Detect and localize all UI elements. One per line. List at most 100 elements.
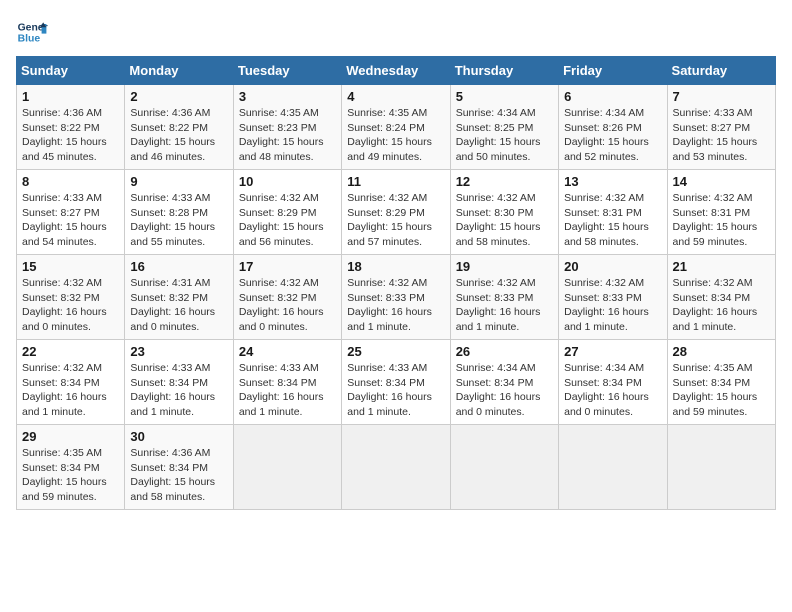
- day-info: Sunrise: 4:31 AM Sunset: 8:32 PM Dayligh…: [130, 276, 227, 335]
- day-cell: 3 Sunrise: 4:35 AM Sunset: 8:23 PM Daylig…: [233, 85, 341, 170]
- day-info: Sunrise: 4:32 AM Sunset: 8:33 PM Dayligh…: [456, 276, 553, 335]
- day-cell: 23 Sunrise: 4:33 AM Sunset: 8:34 PM Dayli…: [125, 340, 233, 425]
- day-cell: 18Sunrise: 4:32 AM Sunset: 8:33 PM Dayli…: [342, 255, 450, 340]
- day-number: 27: [564, 344, 661, 359]
- day-number: 21: [673, 259, 770, 274]
- day-number: 29: [22, 429, 119, 444]
- day-number: 1: [22, 89, 119, 104]
- day-number: 25: [347, 344, 444, 359]
- day-cell: 11 Sunrise: 4:32 AM Sunset: 8:29 PM Dayli…: [342, 170, 450, 255]
- weekday-header-tuesday: Tuesday: [233, 57, 341, 85]
- day-info: Sunrise: 4:32 AM Sunset: 8:29 PM Dayligh…: [347, 191, 444, 250]
- weekday-header-friday: Friday: [559, 57, 667, 85]
- weekday-header-row: SundayMondayTuesdayWednesdayThursdayFrid…: [17, 57, 776, 85]
- day-cell: 24 Sunrise: 4:33 AM Sunset: 8:34 PM Dayli…: [233, 340, 341, 425]
- day-cell: 7 Sunrise: 4:33 AM Sunset: 8:27 PM Daylig…: [667, 85, 775, 170]
- day-cell: 14Sunrise: 4:32 AM Sunset: 8:31 PM Dayli…: [667, 170, 775, 255]
- day-cell: 25 Sunrise: 4:33 AM Sunset: 8:34 PM Dayli…: [342, 340, 450, 425]
- logo-icon: General Blue: [16, 16, 48, 48]
- week-row-2: 8 Sunrise: 4:33 AM Sunset: 8:27 PM Daylig…: [17, 170, 776, 255]
- day-number: 10: [239, 174, 336, 189]
- day-info: Sunrise: 4:36 AM Sunset: 8:22 PM Dayligh…: [22, 106, 119, 165]
- header: General Blue: [16, 16, 776, 48]
- day-number: 8: [22, 174, 119, 189]
- weekday-header-thursday: Thursday: [450, 57, 558, 85]
- day-info: Sunrise: 4:35 AM Sunset: 8:34 PM Dayligh…: [22, 446, 119, 505]
- weekday-header-saturday: Saturday: [667, 57, 775, 85]
- day-cell: 26 Sunrise: 4:34 AM Sunset: 8:34 PM Dayli…: [450, 340, 558, 425]
- day-cell: 16Sunrise: 4:31 AM Sunset: 8:32 PM Dayli…: [125, 255, 233, 340]
- day-info: Sunrise: 4:35 AM Sunset: 8:34 PM Dayligh…: [673, 361, 770, 420]
- day-info: Sunrise: 4:33 AM Sunset: 8:27 PM Dayligh…: [673, 106, 770, 165]
- day-cell: [559, 425, 667, 510]
- day-cell: 5 Sunrise: 4:34 AM Sunset: 8:25 PM Daylig…: [450, 85, 558, 170]
- day-cell: 29 Sunrise: 4:35 AM Sunset: 8:34 PM Dayli…: [17, 425, 125, 510]
- day-info: Sunrise: 4:34 AM Sunset: 8:26 PM Dayligh…: [564, 106, 661, 165]
- day-cell: 12 Sunrise: 4:32 AM Sunset: 8:30 PM Dayli…: [450, 170, 558, 255]
- day-cell: 15 Sunrise: 4:32 AM Sunset: 8:32 PM Dayli…: [17, 255, 125, 340]
- day-info: Sunrise: 4:36 AM Sunset: 8:22 PM Dayligh…: [130, 106, 227, 165]
- day-info: Sunrise: 4:32 AM Sunset: 8:34 PM Dayligh…: [673, 276, 770, 335]
- day-info: Sunrise: 4:32 AM Sunset: 8:29 PM Dayligh…: [239, 191, 336, 250]
- day-info: Sunrise: 4:35 AM Sunset: 8:23 PM Dayligh…: [239, 106, 336, 165]
- logo: General Blue: [16, 16, 48, 48]
- day-number: 11: [347, 174, 444, 189]
- day-number: 7: [673, 89, 770, 104]
- day-info: Sunrise: 4:32 AM Sunset: 8:30 PM Dayligh…: [456, 191, 553, 250]
- day-info: Sunrise: 4:32 AM Sunset: 8:33 PM Dayligh…: [347, 276, 444, 335]
- day-info: Sunrise: 4:32 AM Sunset: 8:32 PM Dayligh…: [239, 276, 336, 335]
- calendar-table: SundayMondayTuesdayWednesdayThursdayFrid…: [16, 56, 776, 510]
- week-row-1: 1 Sunrise: 4:36 AM Sunset: 8:22 PM Daylig…: [17, 85, 776, 170]
- day-cell: 22 Sunrise: 4:32 AM Sunset: 8:34 PM Dayli…: [17, 340, 125, 425]
- day-cell: 27 Sunrise: 4:34 AM Sunset: 8:34 PM Dayli…: [559, 340, 667, 425]
- day-cell: 13 Sunrise: 4:32 AM Sunset: 8:31 PM Dayli…: [559, 170, 667, 255]
- day-info: Sunrise: 4:32 AM Sunset: 8:32 PM Dayligh…: [22, 276, 119, 335]
- day-number: 23: [130, 344, 227, 359]
- day-info: Sunrise: 4:32 AM Sunset: 8:34 PM Dayligh…: [22, 361, 119, 420]
- day-number: 17: [239, 259, 336, 274]
- day-number: 6: [564, 89, 661, 104]
- day-cell: 20Sunrise: 4:32 AM Sunset: 8:33 PM Dayli…: [559, 255, 667, 340]
- day-number: 22: [22, 344, 119, 359]
- day-number: 2: [130, 89, 227, 104]
- day-number: 15: [22, 259, 119, 274]
- week-row-4: 22 Sunrise: 4:32 AM Sunset: 8:34 PM Dayli…: [17, 340, 776, 425]
- week-row-3: 15 Sunrise: 4:32 AM Sunset: 8:32 PM Dayli…: [17, 255, 776, 340]
- day-cell: 2 Sunrise: 4:36 AM Sunset: 8:22 PM Daylig…: [125, 85, 233, 170]
- day-number: 4: [347, 89, 444, 104]
- day-info: Sunrise: 4:32 AM Sunset: 8:31 PM Dayligh…: [564, 191, 661, 250]
- day-number: 28: [673, 344, 770, 359]
- day-number: 9: [130, 174, 227, 189]
- day-cell: 9 Sunrise: 4:33 AM Sunset: 8:28 PM Daylig…: [125, 170, 233, 255]
- day-cell: [450, 425, 558, 510]
- day-info: Sunrise: 4:33 AM Sunset: 8:27 PM Dayligh…: [22, 191, 119, 250]
- day-cell: [667, 425, 775, 510]
- weekday-header-sunday: Sunday: [17, 57, 125, 85]
- day-info: Sunrise: 4:32 AM Sunset: 8:33 PM Dayligh…: [564, 276, 661, 335]
- day-number: 5: [456, 89, 553, 104]
- day-cell: [233, 425, 341, 510]
- day-cell: 28 Sunrise: 4:35 AM Sunset: 8:34 PM Dayli…: [667, 340, 775, 425]
- day-number: 12: [456, 174, 553, 189]
- day-info: Sunrise: 4:33 AM Sunset: 8:34 PM Dayligh…: [130, 361, 227, 420]
- weekday-header-wednesday: Wednesday: [342, 57, 450, 85]
- day-cell: 4Sunrise: 4:35 AM Sunset: 8:24 PM Daylig…: [342, 85, 450, 170]
- day-cell: 21 Sunrise: 4:32 AM Sunset: 8:34 PM Dayli…: [667, 255, 775, 340]
- day-info: Sunrise: 4:34 AM Sunset: 8:25 PM Dayligh…: [456, 106, 553, 165]
- day-info: Sunrise: 4:33 AM Sunset: 8:28 PM Dayligh…: [130, 191, 227, 250]
- day-info: Sunrise: 4:33 AM Sunset: 8:34 PM Dayligh…: [347, 361, 444, 420]
- day-info: Sunrise: 4:34 AM Sunset: 8:34 PM Dayligh…: [456, 361, 553, 420]
- day-number: 13: [564, 174, 661, 189]
- day-number: 24: [239, 344, 336, 359]
- day-number: 26: [456, 344, 553, 359]
- day-number: 19: [456, 259, 553, 274]
- day-info: Sunrise: 4:34 AM Sunset: 8:34 PM Dayligh…: [564, 361, 661, 420]
- day-cell: 19 Sunrise: 4:32 AM Sunset: 8:33 PM Dayli…: [450, 255, 558, 340]
- day-cell: 30Sunrise: 4:36 AM Sunset: 8:34 PM Dayli…: [125, 425, 233, 510]
- day-cell: 6 Sunrise: 4:34 AM Sunset: 8:26 PM Daylig…: [559, 85, 667, 170]
- day-number: 3: [239, 89, 336, 104]
- day-number: 30: [130, 429, 227, 444]
- day-info: Sunrise: 4:32 AM Sunset: 8:31 PM Dayligh…: [673, 191, 770, 250]
- day-info: Sunrise: 4:33 AM Sunset: 8:34 PM Dayligh…: [239, 361, 336, 420]
- day-cell: [342, 425, 450, 510]
